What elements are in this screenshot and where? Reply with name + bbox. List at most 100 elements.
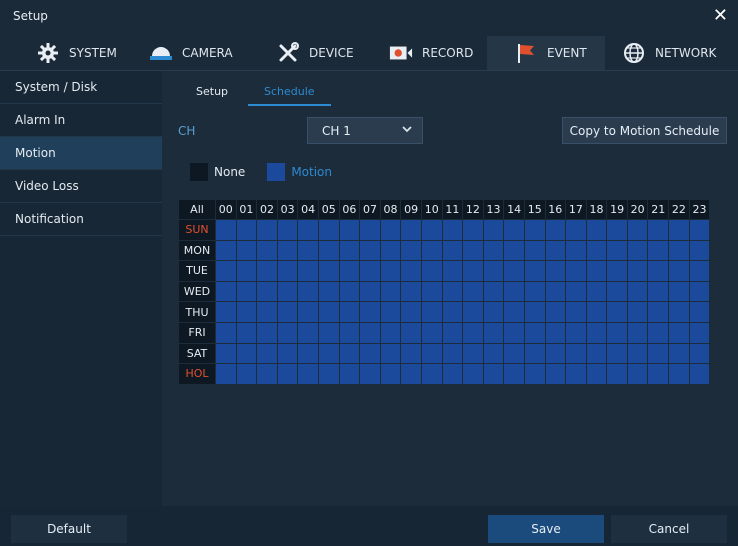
schedule-cell[interactable]	[216, 364, 236, 384]
schedule-cell[interactable]	[257, 302, 277, 322]
schedule-cell[interactable]	[216, 343, 236, 364]
schedule-cell[interactable]	[463, 364, 483, 384]
schedule-cell[interactable]	[339, 343, 360, 364]
schedule-cell[interactable]	[277, 343, 298, 364]
sidebar-item-motion[interactable]: Motion	[0, 137, 162, 170]
save-button[interactable]: Save	[488, 515, 604, 543]
schedule-cell[interactable]	[216, 261, 236, 281]
schedule-cell[interactable]	[463, 281, 483, 302]
schedule-cell[interactable]	[236, 302, 257, 322]
schedule-cell[interactable]	[483, 302, 504, 322]
schedule-cell[interactable]	[607, 302, 627, 322]
schedule-cell[interactable]	[360, 240, 380, 261]
schedule-cell[interactable]	[689, 322, 710, 343]
schedule-cell[interactable]	[463, 322, 483, 343]
schedule-cell[interactable]	[689, 261, 710, 281]
schedule-cell[interactable]	[380, 240, 401, 261]
schedule-cell[interactable]	[298, 220, 318, 240]
schedule-cell[interactable]	[442, 220, 463, 240]
tab-camera[interactable]: CAMERA	[122, 36, 242, 70]
schedule-cell[interactable]	[607, 281, 627, 302]
schedule-cell[interactable]	[277, 302, 298, 322]
schedule-cell[interactable]	[216, 322, 236, 343]
schedule-cell[interactable]	[463, 343, 483, 364]
schedule-cell[interactable]	[648, 302, 669, 322]
schedule-cell[interactable]	[524, 240, 545, 261]
schedule-cell[interactable]	[380, 322, 401, 343]
schedule-cell[interactable]	[236, 220, 257, 240]
hour-header[interactable]: 23	[689, 200, 710, 219]
hour-header[interactable]: 00	[216, 200, 236, 219]
schedule-cell[interactable]	[648, 261, 669, 281]
schedule-cell[interactable]	[566, 220, 586, 240]
motion-swatch[interactable]	[267, 163, 286, 181]
schedule-cell[interactable]	[607, 220, 627, 240]
schedule-cell[interactable]	[483, 322, 504, 343]
schedule-cell[interactable]	[298, 281, 318, 302]
tab-system[interactable]: SYSTEM	[0, 36, 122, 70]
hour-header[interactable]: 02	[257, 200, 277, 219]
schedule-cell[interactable]	[298, 302, 318, 322]
schedule-cell[interactable]	[669, 240, 689, 261]
schedule-cell[interactable]	[318, 302, 339, 322]
schedule-cell[interactable]	[360, 220, 380, 240]
schedule-cell[interactable]	[586, 261, 607, 281]
schedule-cell[interactable]	[442, 302, 463, 322]
schedule-cell[interactable]	[483, 343, 504, 364]
schedule-cell[interactable]	[669, 261, 689, 281]
copy-to-motion-schedule-button[interactable]: Copy to Motion Schedule	[562, 117, 727, 144]
day-label[interactable]: SAT	[179, 343, 215, 364]
schedule-cell[interactable]	[648, 240, 669, 261]
schedule-cell[interactable]	[566, 302, 586, 322]
hour-header[interactable]: 13	[483, 200, 504, 219]
schedule-cell[interactable]	[586, 364, 607, 384]
schedule-cell[interactable]	[648, 364, 669, 384]
schedule-cell[interactable]	[318, 261, 339, 281]
schedule-cell[interactable]	[401, 240, 421, 261]
hour-header[interactable]: 03	[277, 200, 298, 219]
schedule-cell[interactable]	[689, 343, 710, 364]
tab-event[interactable]: EVENT	[487, 36, 605, 70]
schedule-cell[interactable]	[236, 364, 257, 384]
schedule-cell[interactable]	[524, 220, 545, 240]
schedule-cell[interactable]	[586, 240, 607, 261]
schedule-cell[interactable]	[421, 281, 442, 302]
schedule-cell[interactable]	[627, 302, 648, 322]
schedule-cell[interactable]	[648, 220, 669, 240]
schedule-cell[interactable]	[689, 281, 710, 302]
hour-header[interactable]: 12	[463, 200, 483, 219]
tab-network[interactable]: NETWORK	[605, 36, 738, 70]
schedule-cell[interactable]	[504, 364, 524, 384]
default-button[interactable]: Default	[11, 515, 127, 543]
schedule-cell[interactable]	[483, 240, 504, 261]
hour-header[interactable]: 22	[669, 200, 689, 219]
schedule-cell[interactable]	[401, 302, 421, 322]
hour-header[interactable]: 17	[566, 200, 586, 219]
day-label[interactable]: HOL	[179, 364, 215, 384]
schedule-cell[interactable]	[648, 281, 669, 302]
schedule-cell[interactable]	[566, 322, 586, 343]
sidebar-item-video-loss[interactable]: Video Loss	[0, 170, 162, 203]
day-label[interactable]: TUE	[179, 261, 215, 281]
schedule-cell[interactable]	[442, 240, 463, 261]
schedule-cell[interactable]	[380, 281, 401, 302]
schedule-cell[interactable]	[442, 364, 463, 384]
schedule-cell[interactable]	[236, 281, 257, 302]
schedule-cell[interactable]	[257, 261, 277, 281]
schedule-cell[interactable]	[236, 343, 257, 364]
schedule-cell[interactable]	[257, 220, 277, 240]
schedule-cell[interactable]	[421, 220, 442, 240]
schedule-cell[interactable]	[545, 261, 566, 281]
schedule-cell[interactable]	[277, 220, 298, 240]
tab-device[interactable]: DEVICE	[242, 36, 364, 70]
hour-header[interactable]: 11	[442, 200, 463, 219]
schedule-cell[interactable]	[401, 220, 421, 240]
schedule-cell[interactable]	[257, 364, 277, 384]
schedule-cell[interactable]	[257, 240, 277, 261]
schedule-cell[interactable]	[463, 240, 483, 261]
schedule-cell[interactable]	[627, 364, 648, 384]
schedule-cell[interactable]	[627, 322, 648, 343]
schedule-cell[interactable]	[483, 281, 504, 302]
schedule-cell[interactable]	[566, 261, 586, 281]
schedule-cell[interactable]	[483, 220, 504, 240]
